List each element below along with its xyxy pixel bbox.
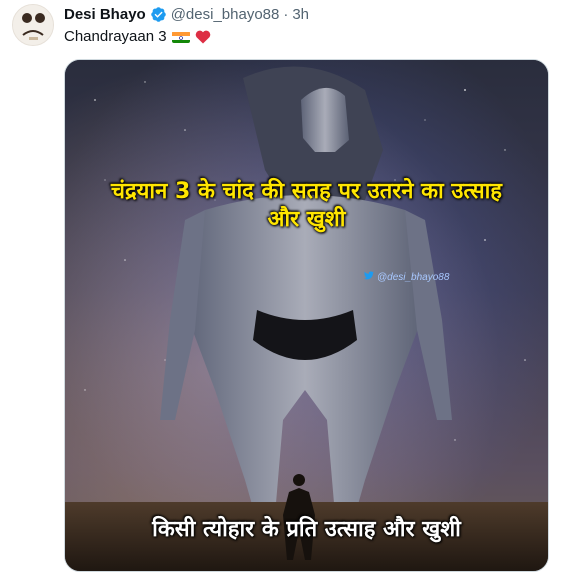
red-heart-icon: [195, 30, 211, 44]
meme-scene: [65, 60, 548, 571]
timestamp[interactable]: 3h: [292, 6, 309, 23]
tweet-text: Chandrayaan 3: [64, 28, 211, 45]
handle[interactable]: @desi_bhayo88: [171, 6, 280, 23]
twitter-bird-icon: [364, 271, 374, 283]
display-name[interactable]: Desi Bhayo: [64, 6, 146, 23]
meme-top-caption: चंद्रयान 3 के चांद की सतह पर उतरने का उत…: [111, 179, 502, 232]
watermark: @desi_bhayo88: [364, 271, 449, 283]
separator-dot: ·: [283, 5, 289, 23]
watermark-text: @desi_bhayo88: [377, 271, 450, 283]
tweet: Desi Bhayo @desi_bhayo88 · 3h Chandrayaa…: [0, 0, 588, 578]
avatar-image: [13, 5, 53, 45]
meme-bottom-caption: किसी त्योहार के प्रति उत्साह और खुशी: [152, 517, 461, 542]
verified-badge-icon: [150, 6, 167, 23]
avatar[interactable]: [12, 4, 54, 46]
tweet-text-content: Chandrayaan 3: [64, 28, 167, 45]
india-flag-icon: [171, 31, 190, 43]
tweet-header: Desi Bhayo @desi_bhayo88 · 3h: [64, 4, 309, 24]
tweet-media-image[interactable]: चंद्रयान 3 के चांद की सतह पर उतरने का उत…: [64, 59, 549, 572]
